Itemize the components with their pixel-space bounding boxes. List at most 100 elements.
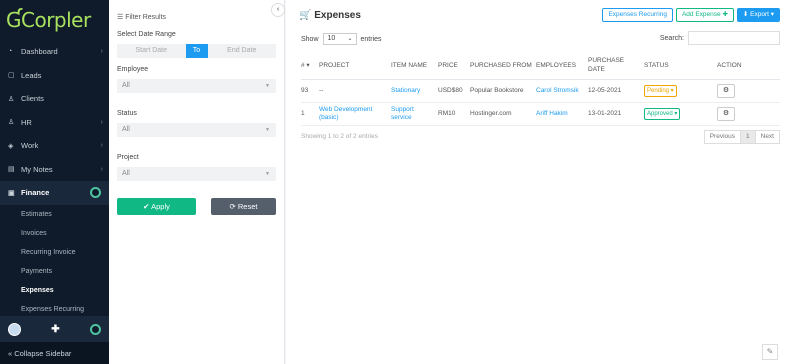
finance-icon: ▣ — [8, 189, 15, 197]
active-indicator-icon — [90, 187, 101, 199]
brand-logo[interactable]: Ɠ Corpler — [0, 0, 109, 40]
table-row: 1 Web Development (basic) Support service R… — [301, 102, 780, 126]
column-header[interactable]: ACTION — [717, 52, 780, 80]
finance-submenu: Estimates Invoices Recurring Invoice Paymen… — [0, 205, 109, 319]
search-input[interactable] — [688, 31, 780, 45]
clients-icon: ♙ — [8, 95, 15, 103]
project-select-value: All — [122, 170, 130, 177]
gear-icon[interactable]: ⚙ — [717, 83, 735, 98]
caret-down-icon: ▼ — [265, 127, 270, 133]
sidebar-item-finance[interactable]: ▣ Finance — [0, 181, 109, 205]
cell-from: Hostinger.com — [470, 102, 536, 126]
logo-mark-icon: Ɠ — [6, 8, 22, 32]
cell-date: 13-01-2021 — [588, 102, 644, 126]
column-header[interactable]: STATUS — [644, 52, 717, 80]
search-control: Search: — [660, 31, 780, 45]
cell-employee[interactable]: Carol Stromsik — [536, 79, 588, 103]
cell-date: 12-05-2021 — [588, 79, 644, 103]
notes-icon: ▤ — [8, 166, 15, 174]
user-avatar[interactable] — [8, 322, 21, 336]
column-header[interactable]: PURCHASED FROM — [470, 52, 536, 80]
chevron-left-icon: ‹ — [276, 6, 280, 13]
table-info: Showing 1 to 2 of 2 entries — [301, 133, 378, 140]
previous-page-button[interactable]: Previous — [705, 131, 741, 143]
column-header[interactable]: ITEM NAME — [391, 52, 438, 80]
chevron-right-icon: › — [100, 142, 103, 150]
close-filter-button[interactable]: ‹ — [271, 3, 285, 17]
sidebar-item-label: Finance — [21, 188, 50, 198]
notification-icon[interactable] — [89, 323, 101, 335]
start-date-input[interactable]: Start Date — [117, 44, 186, 58]
project-select[interactable]: All ▼ — [117, 167, 276, 181]
status-select-value: All — [122, 126, 130, 133]
sidebar-item-clients[interactable]: ♙ Clients — [0, 87, 109, 111]
expenses-recurring-button[interactable]: Expenses Recurring — [602, 8, 673, 22]
next-page-button[interactable]: Next — [756, 131, 779, 143]
apply-button[interactable]: ✔ Apply — [117, 198, 196, 215]
status-dropdown[interactable]: Pending ▾ — [644, 84, 677, 97]
export-button[interactable]: ⬇ Export ▾ — [736, 8, 780, 22]
submenu-item-payments[interactable]: Payments — [0, 262, 109, 281]
project-label: Project — [117, 154, 139, 161]
add-icon[interactable]: ✚ — [51, 324, 59, 335]
expenses-table: # ▾ PROJECT ITEM NAME PRICE PURCHASED FROM EM… — [301, 52, 780, 126]
sidebar-item-hr[interactable]: ♙ HR › — [0, 111, 109, 135]
cell-project[interactable]: -- — [319, 79, 391, 103]
date-range-label: Select Date Range — [117, 31, 176, 38]
page-length-control: Show 10 ⌄ entries — [301, 33, 382, 45]
show-label: Show — [301, 35, 319, 43]
page-title: 🛒 Expenses — [299, 10, 361, 21]
chevron-right-icon: › — [100, 165, 103, 173]
leads-icon: ▢ — [8, 72, 15, 80]
cell-item[interactable]: Stationary — [391, 79, 438, 103]
cell-status: Pending ▾ — [644, 79, 717, 103]
cell-price: USD$80 — [438, 79, 470, 103]
sidebar-item-leads[interactable]: ▢ Leads — [0, 64, 109, 88]
table-body: 93 -- Stationary USD$80 Popular Bookstore Car… — [301, 79, 780, 126]
column-header[interactable]: PURCHASE DATE — [588, 52, 644, 80]
sidebar-item-work[interactable]: ◈ Work › — [0, 134, 109, 158]
status-select[interactable]: All ▼ — [117, 123, 276, 137]
cell-employee[interactable]: Ariff Hakim — [536, 102, 588, 126]
column-header[interactable]: PROJECT — [319, 52, 391, 80]
employee-select[interactable]: All ▼ — [117, 79, 276, 93]
sidebar-footer-bar: ✚ — [0, 316, 109, 342]
reset-button[interactable]: ⟳ Reset — [211, 198, 276, 215]
column-header[interactable]: EMPLOYEES — [536, 52, 588, 80]
notes-icon[interactable]: ✎ — [762, 344, 778, 360]
work-icon: ◈ — [8, 142, 14, 150]
submenu-item-invoices[interactable]: Invoices — [0, 224, 109, 243]
employee-label: Employee — [117, 66, 149, 73]
collapse-sidebar-button[interactable]: « Collapse Sidebar — [0, 342, 109, 364]
page-number-button[interactable]: 1 — [741, 131, 756, 143]
end-date-input[interactable]: End Date — [207, 44, 276, 58]
caret-down-icon: ▼ — [265, 83, 270, 89]
cell-project[interactable]: Web Development (basic) — [319, 102, 391, 126]
submenu-item-estimates[interactable]: Estimates — [0, 205, 109, 224]
cell-id: 1 — [301, 102, 319, 126]
column-header[interactable]: # ▾ — [301, 52, 319, 80]
table-header-row: # ▾ PROJECT ITEM NAME PRICE PURCHASED FROM EM… — [301, 52, 780, 80]
table-row: 93 -- Stationary USD$80 Popular Bookstore Car… — [301, 79, 780, 103]
cell-item[interactable]: Support service — [391, 102, 438, 126]
employee-select-value: All — [122, 82, 130, 89]
cell-id: 93 — [301, 79, 319, 103]
status-dropdown[interactable]: Approved ▾ — [644, 107, 681, 120]
sidebar-item-my-notes[interactable]: ▤ My Notes › — [0, 158, 109, 182]
chevron-right-icon: › — [100, 48, 103, 56]
submenu-item-recurring-invoice[interactable]: Recurring Invoice — [0, 243, 109, 262]
cell-action: ⚙ — [717, 79, 780, 103]
sidebar-nav: ◔ Dashboard › ▢ Leads ♙ Clients ♙ HR › ◈ Work › ▤ My N… — [0, 40, 109, 205]
chevron-down-icon: ⌄ — [347, 36, 353, 42]
main-content: 🛒 Expenses Expenses Recurring Add Expens… — [286, 0, 800, 364]
sidebar: Ɠ Corpler ◔ Dashboard › ▢ Leads ♙ Clients ♙ HR › ◈ W… — [0, 0, 109, 364]
sidebar-item-dashboard[interactable]: ◔ Dashboard › — [0, 40, 109, 64]
page-length-select[interactable]: 10 ⌄ — [322, 33, 357, 45]
sidebar-item-label: Work — [21, 141, 39, 151]
gear-icon[interactable]: ⚙ — [717, 106, 735, 121]
add-expense-button[interactable]: Add Expense ✚ — [675, 8, 734, 22]
submenu-item-expenses[interactable]: Expenses — [0, 281, 109, 300]
filter-title: ☰ Filter Results — [117, 14, 167, 21]
column-header[interactable]: PRICE — [438, 52, 470, 80]
entries-label: entries — [360, 35, 382, 43]
